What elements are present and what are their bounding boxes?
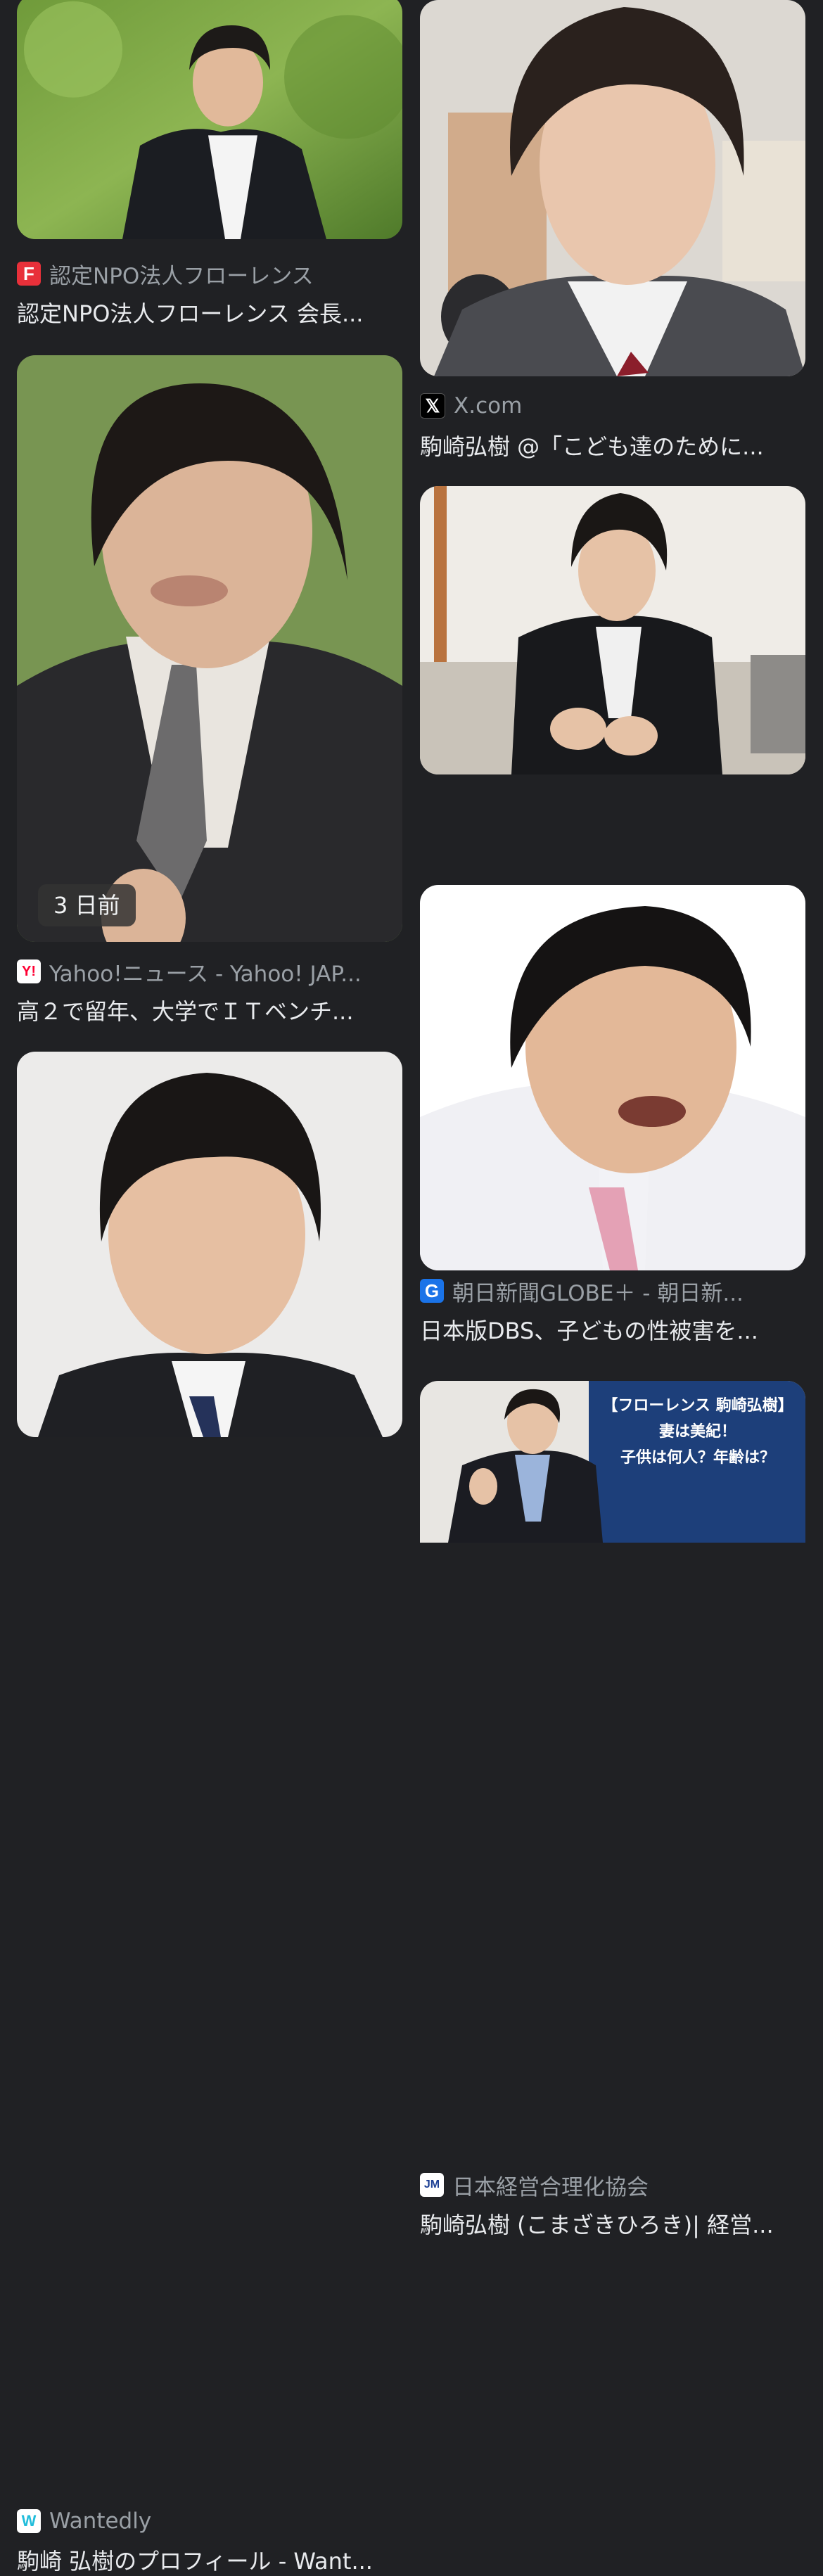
man-interview-photo <box>420 486 805 774</box>
wantedly-w-icon: W <box>17 2509 41 2533</box>
yahoo-y-icon: Y! <box>17 959 41 983</box>
man-green-background-photo <box>17 355 402 942</box>
banner-text: 【フローレンス 駒崎弘樹】 妻は美紀！ 子供は何人？年齢は？ <box>596 1394 800 1469</box>
result-source[interactable]: Y! Yahoo!ニュース - Yahoo! JAP... <box>17 957 402 987</box>
result-image[interactable] <box>17 1052 402 1437</box>
result-title[interactable]: 駒崎 弘樹のプロフィール - Want... <box>17 2544 402 2576</box>
source-label: Wantedly <box>49 2508 152 2534</box>
source-label: 日本経営合理化協会 <box>452 2174 649 2200</box>
man-portrait-photo <box>420 0 805 376</box>
result-image[interactable] <box>17 0 402 239</box>
result-source[interactable]: 𝕏 X.com <box>420 392 805 420</box>
result-image[interactable] <box>420 0 805 376</box>
banner-line-2: 子供は何人？年齢は？ <box>620 1448 775 1467</box>
result-source[interactable]: W Wantedly <box>17 2507 402 2535</box>
source-label: 認定NPO法人フローレンス <box>49 263 314 289</box>
result-source[interactable]: JM 日本経営合理化協会 <box>420 2171 805 2200</box>
source-label: X.com <box>454 393 523 419</box>
jmca-icon: JM <box>420 2173 444 2197</box>
result-title[interactable]: 認定NPO法人フローレンス 会長... <box>17 296 402 329</box>
man-talking-photo <box>420 885 805 1270</box>
time-badge: 3 日前 <box>38 884 136 926</box>
man-profile-photo <box>17 1052 402 1437</box>
result-image[interactable] <box>420 486 805 774</box>
globe-g-icon: G <box>420 1279 444 1303</box>
banner-title: 【フローレンス 駒崎弘樹】 <box>602 1396 793 1415</box>
result-image[interactable] <box>17 355 402 942</box>
source-label: 朝日新聞GLOBE＋ - 朝日新... <box>452 1280 744 1306</box>
banner-line-1: 妻は美紀！ <box>658 1422 736 1441</box>
result-source[interactable]: F 認定NPO法人フローレンス <box>17 260 402 289</box>
x-logo-icon: 𝕏 <box>420 393 445 419</box>
man-in-park-photo <box>17 0 402 239</box>
result-title[interactable]: 高２で留年、大学でＩＴベンチ... <box>17 994 402 1026</box>
result-source[interactable]: G 朝日新聞GLOBE＋ - 朝日新... <box>420 1277 805 1306</box>
result-image[interactable] <box>420 885 805 1270</box>
florence-f-icon: F <box>17 262 41 286</box>
result-title[interactable]: 日本版DBS、子どもの性被害を... <box>420 1313 805 1346</box>
result-title[interactable]: 駒崎弘樹 (こまざきひろき)| 経営... <box>420 2207 805 2240</box>
result-title[interactable]: 駒崎弘樹 @「こども達のために... <box>420 429 805 461</box>
source-label: Yahoo!ニュース - Yahoo! JAP... <box>49 961 362 987</box>
